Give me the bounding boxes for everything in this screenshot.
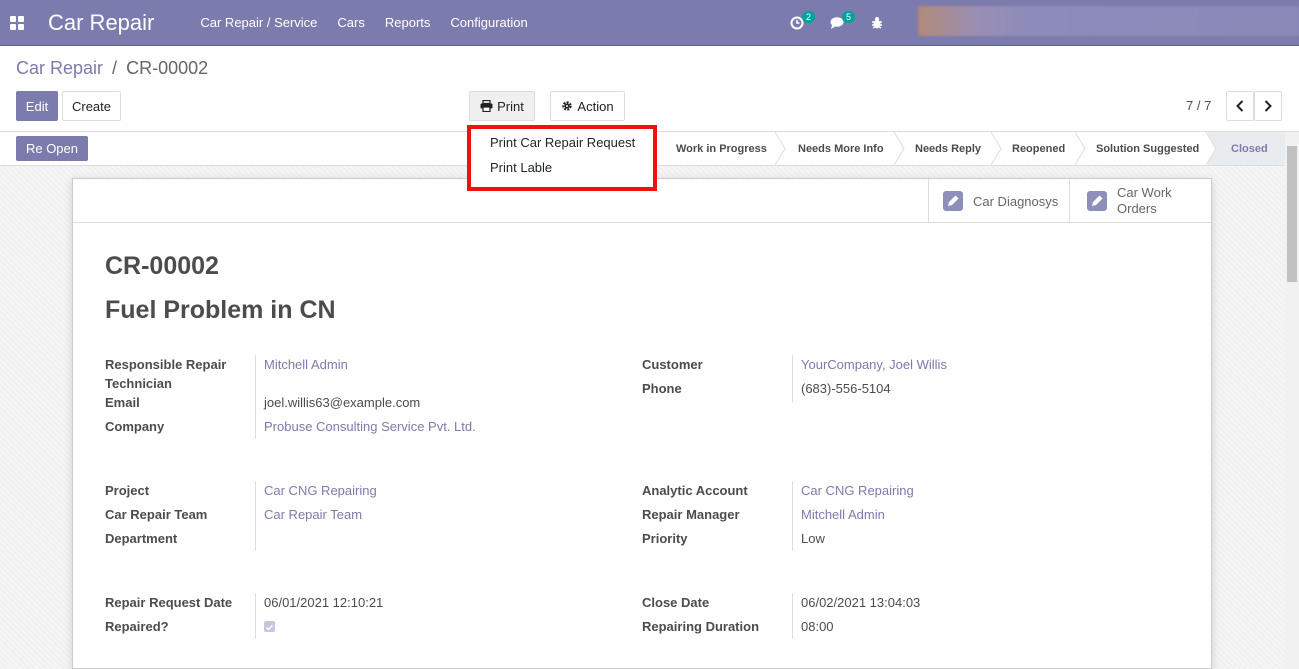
menu-configuration[interactable]: Configuration bbox=[450, 15, 527, 30]
label-department: Department bbox=[105, 531, 178, 546]
car-diagnosys-label: Car Diagnosys bbox=[973, 193, 1059, 209]
stage-work-in-progress[interactable]: Work in Progress bbox=[676, 132, 767, 165]
value-team[interactable]: Car Repair Team bbox=[264, 505, 362, 524]
value-priority: Low bbox=[801, 531, 825, 546]
label-technician: Responsible Repair Technician bbox=[105, 355, 226, 393]
gear-icon bbox=[562, 101, 573, 111]
field-divider bbox=[255, 593, 256, 639]
label-technician-line1: Responsible Repair bbox=[105, 357, 227, 372]
edit-button[interactable]: Edit bbox=[16, 91, 58, 121]
print-label: Print bbox=[497, 98, 524, 114]
label-repaired: Repaired? bbox=[105, 619, 169, 634]
chevron-right-icon bbox=[1264, 100, 1272, 112]
label-repair-manager: Repair Manager bbox=[642, 507, 740, 522]
main-menu: Car Repair / Service Cars Reports Config… bbox=[200, 15, 547, 30]
menu-cars[interactable]: Cars bbox=[337, 15, 364, 30]
reopen-button[interactable]: Re Open bbox=[16, 136, 88, 161]
create-button[interactable]: Create bbox=[62, 91, 121, 121]
field-divider bbox=[255, 481, 256, 551]
messages-badge: 5 bbox=[842, 11, 856, 23]
breadcrumb-parent[interactable]: Car Repair bbox=[16, 58, 103, 78]
repaired-checkbox[interactable] bbox=[264, 621, 275, 632]
stage-needs-reply[interactable]: Needs Reply bbox=[915, 132, 981, 165]
car-work-orders-button[interactable]: Car Work Orders bbox=[1069, 179, 1211, 223]
value-request-date: 06/01/2021 12:10:21 bbox=[264, 595, 384, 610]
pencil-square-icon bbox=[1087, 191, 1107, 211]
user-menu-blurred[interactable] bbox=[918, 6, 1299, 36]
value-project[interactable]: Car CNG Repairing bbox=[264, 481, 377, 500]
pencil-square-icon bbox=[943, 191, 963, 211]
stage-solution-suggested[interactable]: Solution Suggested bbox=[1096, 132, 1199, 165]
stage-arrow bbox=[1074, 132, 1086, 165]
value-phone: (683)-556-5104 bbox=[801, 381, 891, 396]
chevron-left-icon bbox=[1236, 100, 1244, 112]
scrollbar[interactable] bbox=[1285, 132, 1299, 669]
label-phone: Phone bbox=[642, 381, 682, 396]
menu-car-repair-service[interactable]: Car Repair / Service bbox=[200, 15, 317, 30]
top-navbar: Car Repair Car Repair / Service Cars Rep… bbox=[0, 0, 1299, 46]
car-work-orders-label-line1: Car Work bbox=[1117, 185, 1172, 200]
scrollbar-thumb[interactable] bbox=[1287, 146, 1297, 282]
label-close-date: Close Date bbox=[642, 595, 710, 610]
action-button[interactable]: Action bbox=[550, 91, 625, 121]
label-analytic-account: Analytic Account bbox=[642, 483, 748, 498]
apps-menu-icon[interactable] bbox=[10, 15, 24, 30]
print-button[interactable]: Print bbox=[469, 91, 535, 121]
label-request-date: Repair Request Date bbox=[105, 595, 233, 610]
label-team: Car Repair Team bbox=[105, 507, 208, 522]
car-work-orders-label-line2: Orders bbox=[1117, 201, 1157, 216]
value-email: joel.willis63@example.com bbox=[264, 395, 421, 410]
car-diagnosys-button[interactable]: Car Diagnosys bbox=[928, 179, 1070, 223]
value-repair-manager[interactable]: Mitchell Admin bbox=[801, 505, 885, 524]
debug-bug-icon[interactable] bbox=[870, 16, 884, 30]
field-divider bbox=[792, 481, 793, 551]
red-highlight-box bbox=[467, 125, 657, 191]
value-repairing-duration: 08:00 bbox=[801, 619, 834, 634]
stage-needs-more-info[interactable]: Needs More Info bbox=[798, 132, 884, 165]
stage-closed[interactable]: Closed bbox=[1231, 132, 1268, 165]
menu-reports[interactable]: Reports bbox=[385, 15, 431, 30]
activity-clock-icon[interactable]: 2 bbox=[790, 11, 816, 30]
value-technician[interactable]: Mitchell Admin bbox=[264, 355, 348, 374]
stage-reopened[interactable]: Reopened bbox=[1012, 132, 1065, 165]
activity-badge: 2 bbox=[802, 11, 816, 23]
app-name[interactable]: Car Repair bbox=[48, 10, 154, 36]
field-divider bbox=[792, 593, 793, 639]
stage-arrow bbox=[893, 132, 905, 165]
breadcrumb-separator: / bbox=[112, 58, 118, 78]
breadcrumb-current: CR-00002 bbox=[126, 58, 209, 78]
label-project: Project bbox=[105, 483, 150, 498]
label-company: Company bbox=[105, 419, 165, 434]
stage-arrow bbox=[774, 132, 786, 165]
value-close-date: 06/02/2021 13:04:03 bbox=[801, 595, 921, 610]
field-divider bbox=[792, 355, 793, 403]
stage-arrow bbox=[990, 132, 1002, 165]
label-priority: Priority bbox=[642, 531, 688, 546]
label-email: Email bbox=[105, 395, 140, 410]
breadcrumb: Car Repair / CR-00002 bbox=[16, 58, 208, 79]
pager-previous-button[interactable] bbox=[1226, 91, 1254, 121]
check-icon bbox=[265, 624, 274, 631]
pager-value: 7 / 7 bbox=[1186, 98, 1212, 113]
record-subject: Fuel Problem in CN bbox=[105, 296, 336, 324]
printer-icon bbox=[480, 100, 493, 112]
action-label: Action bbox=[577, 98, 614, 114]
label-repairing-duration: Repairing Duration bbox=[642, 619, 760, 634]
value-company[interactable]: Probuse Consulting Service Pvt. Ltd. bbox=[264, 417, 476, 436]
value-customer[interactable]: YourCompany, Joel Willis bbox=[801, 355, 947, 374]
stage-arrow bbox=[1205, 132, 1217, 165]
label-technician-line2: Technician bbox=[105, 376, 172, 391]
pager-next-button[interactable] bbox=[1254, 91, 1282, 121]
field-divider bbox=[255, 355, 256, 439]
systray: 2 5 bbox=[790, 0, 910, 46]
label-customer: Customer bbox=[642, 357, 703, 372]
messages-chat-icon[interactable]: 5 bbox=[830, 11, 856, 30]
record-code: CR-00002 bbox=[105, 252, 219, 280]
value-analytic-account[interactable]: Car CNG Repairing bbox=[801, 481, 914, 500]
